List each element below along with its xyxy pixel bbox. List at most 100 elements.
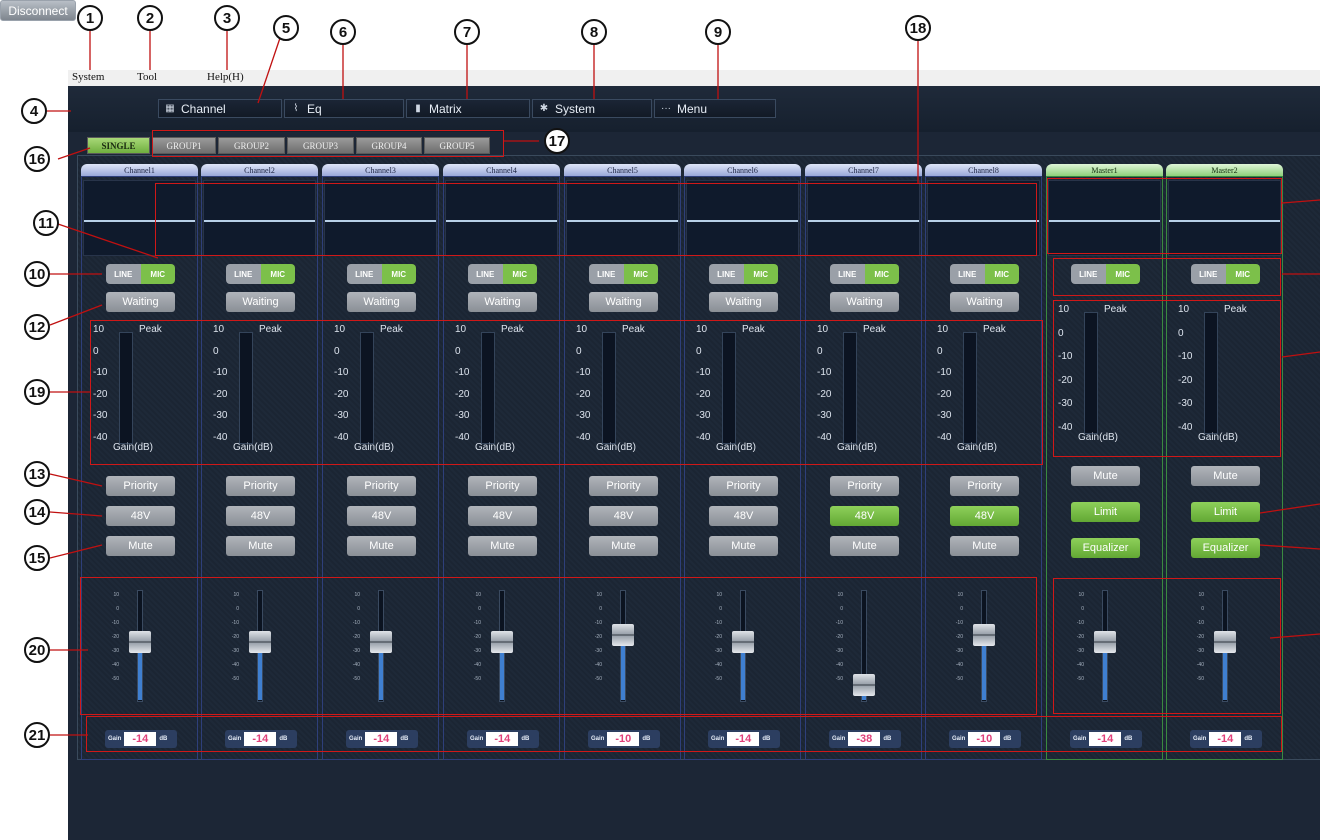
phantom-48v-button[interactable]: 48V xyxy=(830,506,899,526)
mute-button[interactable]: Mute xyxy=(468,536,537,556)
mute-button[interactable]: Mute xyxy=(1191,466,1260,486)
line-mic-switch[interactable]: LINE MIC xyxy=(1191,264,1260,284)
phantom-48v-button[interactable]: 48V xyxy=(468,506,537,526)
line-option[interactable]: LINE xyxy=(830,264,865,284)
limit-button[interactable]: Limit xyxy=(1191,502,1260,522)
priority-button[interactable]: Priority xyxy=(709,476,778,496)
line-option[interactable]: LINE xyxy=(106,264,141,284)
fader-knob[interactable] xyxy=(1214,631,1236,654)
mute-button[interactable]: Mute xyxy=(830,536,899,556)
mic-option[interactable]: MIC xyxy=(260,264,295,284)
line-option[interactable]: LINE xyxy=(589,264,624,284)
line-mic-switch[interactable]: LINE MIC xyxy=(468,264,537,284)
fader-knob[interactable] xyxy=(973,624,995,647)
gain-value[interactable]: -14 xyxy=(244,732,277,746)
equalizer-button[interactable]: Equalizer xyxy=(1071,538,1140,558)
line-option[interactable]: LINE xyxy=(950,264,985,284)
priority-button[interactable]: Priority xyxy=(950,476,1019,496)
mic-option[interactable]: MIC xyxy=(381,264,416,284)
gain-value[interactable]: -14 xyxy=(486,732,519,746)
tab-matrix[interactable]: ▮ Matrix xyxy=(406,99,530,118)
fader-knob[interactable] xyxy=(249,631,271,654)
priority-button[interactable]: Priority xyxy=(226,476,295,496)
line-mic-switch[interactable]: LINE MIC xyxy=(106,264,175,284)
line-mic-switch[interactable]: LINE MIC xyxy=(226,264,295,284)
gain-value[interactable]: -14 xyxy=(365,732,398,746)
fader-knob[interactable] xyxy=(491,631,513,654)
mute-button[interactable]: Mute xyxy=(226,536,295,556)
disconnect-button[interactable]: Disconnect xyxy=(0,0,76,21)
fader-knob[interactable] xyxy=(370,631,392,654)
mic-option[interactable]: MIC xyxy=(502,264,537,284)
tab-channel[interactable]: ▦ Channel xyxy=(158,99,282,118)
line-option[interactable]: LINE xyxy=(347,264,382,284)
mute-button[interactable]: Mute xyxy=(589,536,658,556)
phantom-48v-button[interactable]: 48V xyxy=(950,506,1019,526)
menu-help[interactable]: Help(H) xyxy=(207,71,244,83)
gain-value[interactable]: -10 xyxy=(607,732,640,746)
eq-display[interactable] xyxy=(686,180,799,256)
gain-value[interactable]: -14 xyxy=(1209,732,1242,746)
gain-value[interactable]: -14 xyxy=(124,732,157,746)
phantom-48v-button[interactable]: 48V xyxy=(709,506,778,526)
eq-display[interactable] xyxy=(1168,180,1281,256)
eq-display[interactable] xyxy=(83,180,196,256)
eq-display[interactable] xyxy=(203,180,316,256)
tab-group4[interactable]: GROUP4 xyxy=(356,137,422,154)
eq-display[interactable] xyxy=(324,180,437,256)
tab-menu[interactable]: ··· Menu xyxy=(654,99,776,118)
fader-knob[interactable] xyxy=(853,673,875,696)
priority-button[interactable]: Priority xyxy=(106,476,175,496)
fader-knob[interactable] xyxy=(612,624,634,647)
phantom-48v-button[interactable]: 48V xyxy=(226,506,295,526)
mic-option[interactable]: MIC xyxy=(623,264,658,284)
phantom-48v-button[interactable]: 48V xyxy=(589,506,658,526)
line-option[interactable]: LINE xyxy=(468,264,503,284)
line-mic-switch[interactable]: LINE MIC xyxy=(1071,264,1140,284)
line-option[interactable]: LINE xyxy=(1071,264,1106,284)
tab-group3[interactable]: GROUP3 xyxy=(287,137,354,154)
tab-system[interactable]: ✱ System xyxy=(532,99,652,118)
phantom-48v-button[interactable]: 48V xyxy=(347,506,416,526)
tab-group5[interactable]: GROUP5 xyxy=(424,137,490,154)
tab-single[interactable]: SINGLE xyxy=(87,137,150,154)
mic-option[interactable]: MIC xyxy=(984,264,1019,284)
eq-display[interactable] xyxy=(445,180,558,256)
priority-button[interactable]: Priority xyxy=(468,476,537,496)
gain-value[interactable]: -38 xyxy=(848,732,881,746)
priority-button[interactable]: Priority xyxy=(830,476,899,496)
mute-button[interactable]: Mute xyxy=(347,536,416,556)
gain-value[interactable]: -10 xyxy=(968,732,1001,746)
line-mic-switch[interactable]: LINE MIC xyxy=(950,264,1019,284)
eq-display[interactable] xyxy=(1048,180,1161,256)
mute-button[interactable]: Mute xyxy=(106,536,175,556)
eq-display[interactable] xyxy=(566,180,679,256)
menu-system[interactable]: System xyxy=(72,71,104,83)
line-mic-switch[interactable]: LINE MIC xyxy=(830,264,899,284)
equalizer-button[interactable]: Equalizer xyxy=(1191,538,1260,558)
mic-option[interactable]: MIC xyxy=(864,264,899,284)
line-mic-switch[interactable]: LINE MIC xyxy=(347,264,416,284)
line-mic-switch[interactable]: LINE MIC xyxy=(589,264,658,284)
mute-button[interactable]: Mute xyxy=(950,536,1019,556)
limit-button[interactable]: Limit xyxy=(1071,502,1140,522)
mic-option[interactable]: MIC xyxy=(1225,264,1260,284)
eq-display[interactable] xyxy=(927,180,1040,256)
gain-value[interactable]: -14 xyxy=(727,732,760,746)
phantom-48v-button[interactable]: 48V xyxy=(106,506,175,526)
mic-option[interactable]: MIC xyxy=(1105,264,1140,284)
tab-group1[interactable]: GROUP1 xyxy=(152,137,216,154)
gain-value[interactable]: -14 xyxy=(1089,732,1122,746)
eq-display[interactable] xyxy=(807,180,920,256)
fader-knob[interactable] xyxy=(732,631,754,654)
line-option[interactable]: LINE xyxy=(226,264,261,284)
line-mic-switch[interactable]: LINE MIC xyxy=(709,264,778,284)
tab-group2[interactable]: GROUP2 xyxy=(218,137,285,154)
mic-option[interactable]: MIC xyxy=(743,264,778,284)
mute-button[interactable]: Mute xyxy=(1071,466,1140,486)
line-option[interactable]: LINE xyxy=(709,264,744,284)
tab-eq[interactable]: ⌇ Eq xyxy=(284,99,404,118)
priority-button[interactable]: Priority xyxy=(347,476,416,496)
fader-knob[interactable] xyxy=(1094,631,1116,654)
priority-button[interactable]: Priority xyxy=(589,476,658,496)
